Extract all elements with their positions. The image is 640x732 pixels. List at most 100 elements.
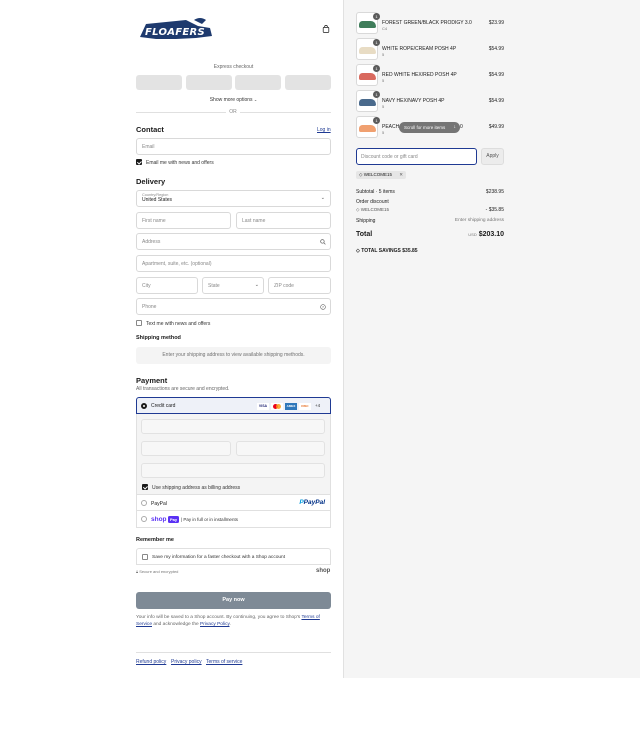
- country-select[interactable]: Country/Region United States ⌄: [136, 190, 331, 207]
- privacy-link[interactable]: Privacy Policy: [200, 622, 230, 627]
- item-price: $54.99: [488, 72, 504, 78]
- shipping-method-message: Enter your shipping address to view avai…: [136, 347, 331, 364]
- payment-heading: Payment: [136, 376, 168, 385]
- cart-bag-icon[interactable]: [322, 25, 330, 33]
- last-name-field[interactable]: Last name: [236, 212, 331, 229]
- state-placeholder: State: [208, 283, 220, 289]
- item-quantity-badge: 1: [373, 117, 380, 124]
- footer-divider: [136, 652, 331, 653]
- item-name-tail: 0: [460, 124, 463, 130]
- city-field[interactable]: City: [136, 277, 198, 294]
- shoe-icon: [359, 21, 376, 28]
- remove-discount-icon[interactable]: ✕: [399, 171, 403, 179]
- state-select[interactable]: State ⌄: [202, 277, 264, 294]
- shoe-icon: [359, 47, 376, 54]
- shoppay-badge: Pay: [168, 516, 179, 523]
- save-info-checkbox[interactable]: [142, 554, 148, 560]
- terms-of-service-link[interactable]: Terms of service: [206, 659, 242, 665]
- show-more-options-link[interactable]: Show more options ⌄: [196, 97, 271, 103]
- tag-icon: ◇: [356, 248, 360, 254]
- address-placeholder: Address: [142, 239, 161, 245]
- checkout-form-column: FLOAFERS Express checkout Show more opti…: [0, 0, 343, 732]
- help-icon[interactable]: ?: [320, 304, 326, 310]
- show-more-label: Show more options: [209, 97, 253, 103]
- item-quantity-badge: 1: [373, 13, 380, 20]
- address-field[interactable]: Address: [136, 233, 331, 250]
- apply-button[interactable]: Apply: [481, 148, 504, 165]
- total-savings-label: TOTAL SAVINGS: [361, 248, 401, 254]
- total-amount: USD $203.10: [468, 231, 504, 238]
- contact-heading: Contact: [136, 125, 164, 134]
- shoe-icon: [359, 73, 376, 80]
- brand-logo[interactable]: FLOAFERS: [136, 16, 214, 42]
- save-info-row: Save my information for a faster checkou…: [136, 548, 331, 565]
- item-name: NAVY HEX/NAVY POSH 4P: [382, 98, 445, 104]
- card-number-field[interactable]: [141, 419, 325, 434]
- chevron-down-icon: ⌄: [254, 282, 259, 288]
- save-info-label: Save my information for a faster checkou…: [152, 555, 286, 560]
- credit-card-option[interactable]: Credit card VISA AMEX DISC +4: [136, 397, 331, 414]
- billing-same-label: Use shipping address as billing address: [152, 485, 241, 491]
- scroll-hint-text: Scroll for more items: [404, 125, 446, 130]
- total-label: Total: [356, 231, 373, 238]
- discount-code-row: ◇ WELCOME15 - $35.85: [356, 207, 504, 213]
- subtotal-row: Subtotal · 5 items $238.95: [356, 189, 504, 195]
- shoe-icon: [359, 99, 376, 106]
- shoppay-radio[interactable]: [141, 516, 147, 522]
- legal-middle: and acknowledge the: [152, 622, 201, 627]
- discount-value: - $35.85: [485, 207, 504, 213]
- phone-field[interactable]: Phone ?: [136, 298, 331, 315]
- express-button-4[interactable]: [285, 75, 331, 90]
- checkout-page: FLOAFERS Express checkout Show more opti…: [0, 0, 640, 732]
- express-button-3[interactable]: [235, 75, 281, 90]
- item-name: WHITE ROPE/CREAM POSH 4P: [382, 46, 457, 52]
- shoppay-installments-text: | Pay in full or in installments: [181, 517, 238, 522]
- or-label: OR: [226, 109, 240, 115]
- discount-code-input[interactable]: Discount code or gift card: [356, 148, 477, 165]
- expiration-date-field[interactable]: [141, 441, 231, 456]
- name-on-card-field[interactable]: [141, 463, 325, 478]
- remember-me-heading: Remember me: [136, 537, 174, 543]
- amex-icon: AMEX: [285, 403, 297, 410]
- currency-label: USD: [468, 232, 477, 237]
- security-code-field[interactable]: [236, 441, 325, 456]
- scroll-for-more-button[interactable]: Scroll for more items ↓: [399, 122, 460, 133]
- discover-icon: DISC: [299, 403, 311, 410]
- express-checkout-label: Express checkout: [213, 64, 254, 70]
- privacy-policy-link[interactable]: Privacy policy: [171, 659, 202, 665]
- search-icon: [320, 239, 326, 245]
- lock-icon: 🔒︎: [136, 569, 139, 574]
- text-news-label: Text me with news and offers: [146, 321, 211, 327]
- login-link[interactable]: Log in: [317, 127, 331, 133]
- item-variant: 5: [382, 104, 385, 109]
- chevron-down-icon: ⌄: [320, 195, 325, 201]
- item-name: FOREST GREEN/BLACK PRODIGY 3.0: [382, 20, 472, 26]
- pay-now-button[interactable]: Pay now: [136, 592, 331, 609]
- email-news-checkbox[interactable]: [136, 159, 142, 165]
- paypal-logo: PPayPal: [299, 499, 325, 506]
- email-news-label: Email me with news and offers: [146, 160, 214, 166]
- item-variant: 5: [382, 78, 385, 83]
- brand-logo-text: FLOAFERS: [145, 27, 205, 38]
- mastercard-icon: [271, 403, 283, 410]
- zip-field[interactable]: ZIP code: [268, 277, 331, 294]
- item-name: RED WHITE HEX/RED POSH 4P: [382, 72, 457, 78]
- credit-card-radio[interactable]: [141, 403, 147, 409]
- subtotal-label: Subtotal · 5 items: [356, 189, 395, 195]
- billing-same-checkbox[interactable]: [142, 484, 148, 490]
- paypal-logo-text: PayPal: [303, 499, 325, 506]
- express-button-1[interactable]: [136, 75, 182, 90]
- paypal-radio[interactable]: [141, 500, 147, 506]
- shoppay-logo-text: shop: [151, 516, 167, 523]
- email-field[interactable]: Email: [136, 138, 331, 155]
- item-quantity-badge: 1: [373, 91, 380, 98]
- first-name-field[interactable]: First name: [136, 212, 231, 229]
- secure-encrypted-text: Secure and encrypted: [139, 569, 179, 574]
- express-button-2[interactable]: [186, 75, 232, 90]
- paypal-option[interactable]: PayPal PPayPal: [136, 494, 331, 511]
- shoppay-option[interactable]: shop Pay | Pay in full or in installment…: [136, 511, 331, 528]
- apartment-field[interactable]: Apartment, suite, etc. (optional): [136, 255, 331, 272]
- phone-placeholder: Phone: [142, 304, 157, 310]
- text-news-checkbox[interactable]: [136, 320, 142, 326]
- refund-policy-link[interactable]: Refund policy: [136, 659, 166, 665]
